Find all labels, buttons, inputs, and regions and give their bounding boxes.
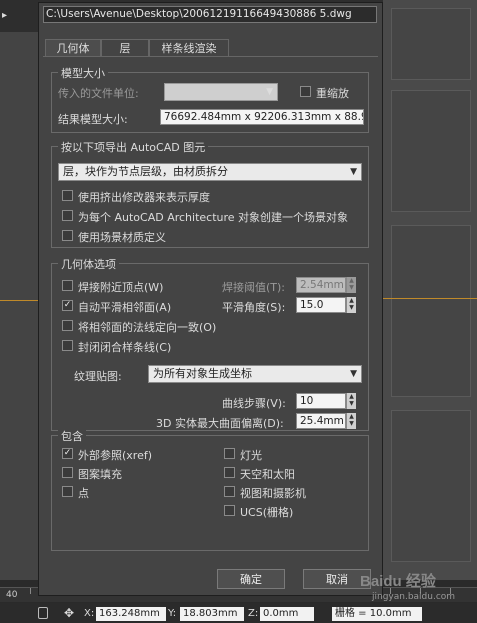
curve-steps-label: 曲线步骤(V):: [222, 397, 286, 410]
surface-deviation-label: 3D 实体最大曲面偏离(D):: [156, 417, 284, 430]
lights-label: 灯光: [240, 449, 262, 462]
viewport-left: [0, 32, 38, 580]
model-size-legend: 模型大小: [58, 65, 108, 81]
tab-divider: [43, 56, 378, 57]
export-mode-select[interactable]: 层，块作为节点层级，由材质拆分 ▼: [58, 163, 362, 181]
viewport-border-line: [0, 300, 38, 301]
tab-geometry[interactable]: 几何体: [45, 39, 101, 57]
xref-label: 外部参照(xref): [78, 449, 153, 462]
command-panel-section: [391, 8, 471, 80]
weld-threshold-label: 焊接阈值(T):: [222, 281, 286, 294]
curve-steps-spinner[interactable]: ▲ ▼: [346, 393, 356, 409]
extrude-thickness-checkbox[interactable]: [62, 190, 73, 201]
texture-mapping-value: 为所有对象生成坐标: [153, 367, 252, 380]
auto-smooth-checkbox[interactable]: ✓: [62, 300, 73, 311]
scene-materials-checkbox[interactable]: [62, 230, 73, 241]
result-size-label: 结果模型大小:: [58, 113, 128, 126]
weld-vertices-checkbox[interactable]: [62, 280, 73, 291]
command-panel-section: [391, 225, 471, 397]
ruler-label: 40: [6, 590, 18, 600]
dwg-import-dialog: C:\Users\Avenue\Desktop\2006121911664943…: [38, 2, 383, 596]
hatch-checkbox[interactable]: [62, 467, 73, 478]
orient-normals-checkbox[interactable]: [62, 320, 73, 331]
scene-object-per-aca-checkbox[interactable]: [62, 210, 73, 221]
texture-mapping-select[interactable]: 为所有对象生成坐标 ▼: [148, 365, 362, 383]
ucs-grid-label: UCS(栅格): [240, 506, 294, 519]
geometry-options-group: 几何体选项 焊接附近顶点(W) 焊接阈值(T): 2.54mm ▲ ▼ ✓ 自动平…: [51, 256, 369, 431]
viewport-border-line: [383, 298, 477, 299]
tab-layers[interactable]: 层: [101, 39, 149, 57]
auto-smooth-label: 自动平滑相邻面(A): [78, 301, 172, 314]
tab-spline-rendering[interactable]: 样条线渲染: [149, 39, 229, 57]
model-size-group: 模型大小 传入的文件单位: ▼ 重缩放 结果模型大小: 76692.484mm …: [51, 65, 369, 133]
z-coordinate-field[interactable]: 0.0mm: [260, 607, 314, 621]
sun-sky-checkbox[interactable]: [224, 467, 235, 478]
ucs-grid-checkbox[interactable]: [224, 505, 235, 516]
scene-object-per-aca-label: 为每个 AutoCAD Architecture 对象创建一个场景对象: [78, 211, 349, 224]
views-cameras-checkbox[interactable]: [224, 486, 235, 497]
command-panel: [383, 0, 477, 580]
y-label: Y:: [168, 608, 177, 619]
points-checkbox[interactable]: [62, 486, 73, 497]
baidu-watermark: Baidu 经验 jingyan.baidu.com: [360, 570, 474, 610]
export-entities-legend: 按以下项导出 AutoCAD 图元: [58, 139, 209, 155]
x-label: X:: [84, 608, 95, 619]
curve-steps-field[interactable]: 10: [296, 393, 346, 409]
smooth-angle-label: 平滑角度(S):: [222, 301, 286, 314]
chevron-down-icon: ▼: [350, 369, 357, 379]
geometry-options-legend: 几何体选项: [58, 256, 119, 272]
y-coordinate-field[interactable]: 18.803mm: [180, 607, 244, 621]
cap-closed-splines-checkbox[interactable]: [62, 340, 73, 351]
weld-vertices-label: 焊接附近顶点(W): [78, 281, 164, 294]
lights-checkbox[interactable]: [224, 448, 235, 459]
x-coordinate-field[interactable]: 163.248mm: [96, 607, 166, 621]
include-group: 包含 ✓ 外部参照(xref) 图案填充 点 灯光 天空和太阳 视图和摄影机 U…: [51, 428, 369, 551]
xref-checkbox[interactable]: ✓: [62, 448, 73, 459]
z-label: Z:: [248, 608, 259, 619]
sun-sky-label: 天空和太阳: [240, 468, 295, 481]
export-mode-value: 层，块作为节点层级，由材质拆分: [63, 165, 228, 178]
checkmark-icon: ✓: [63, 300, 72, 310]
smooth-angle-spinner[interactable]: ▲ ▼: [346, 297, 356, 313]
views-cameras-label: 视图和摄影机: [240, 487, 306, 500]
lock-icon[interactable]: [38, 607, 48, 619]
export-entities-group: 按以下项导出 AutoCAD 图元 层，块作为节点层级，由材质拆分 ▼ 使用挤出…: [51, 139, 369, 248]
dialog-title: C:\Users\Avenue\Desktop\2006121911664943…: [43, 6, 377, 23]
incoming-units-label: 传入的文件单位:: [58, 87, 139, 100]
rescale-label: 重缩放: [316, 87, 349, 100]
command-panel-section: [391, 410, 471, 562]
result-size-field: 76692.484mm x 92206.313mm x 88.9mm: [160, 109, 364, 125]
orient-normals-label: 将相邻面的法线定向一致(O): [78, 321, 217, 334]
points-label: 点: [78, 487, 89, 500]
menu-arrow-icon[interactable]: ▸: [2, 10, 7, 21]
ok-button[interactable]: 确定: [217, 569, 285, 589]
extrude-thickness-label: 使用挤出修改器来表示厚度: [78, 191, 210, 204]
weld-threshold-spinner[interactable]: ▲ ▼: [346, 277, 356, 293]
texture-mapping-label: 纹理贴图:: [74, 370, 122, 383]
chevron-down-icon: ▼: [266, 87, 273, 97]
include-legend: 包含: [58, 428, 86, 444]
weld-threshold-field[interactable]: 2.54mm: [296, 277, 346, 293]
checkmark-icon: ✓: [63, 448, 72, 458]
watermark-brand: Baidu 经验: [360, 573, 436, 590]
surface-deviation-field[interactable]: 25.4mm: [296, 413, 346, 429]
scene-materials-label: 使用场景材质定义: [78, 231, 166, 244]
watermark-url: jingyan.baidu.com: [372, 592, 456, 602]
rescale-checkbox[interactable]: [300, 86, 311, 97]
incoming-units-select[interactable]: ▼: [164, 83, 278, 101]
command-panel-section: [391, 90, 471, 212]
chevron-down-icon: ▼: [350, 167, 357, 177]
surface-deviation-spinner[interactable]: ▲ ▼: [346, 413, 356, 429]
cap-closed-splines-label: 封闭闭合样条线(C): [78, 341, 172, 354]
transform-icon[interactable]: ✥: [62, 606, 76, 620]
hatch-label: 图案填充: [78, 468, 122, 481]
smooth-angle-field[interactable]: 15.0: [296, 297, 346, 313]
